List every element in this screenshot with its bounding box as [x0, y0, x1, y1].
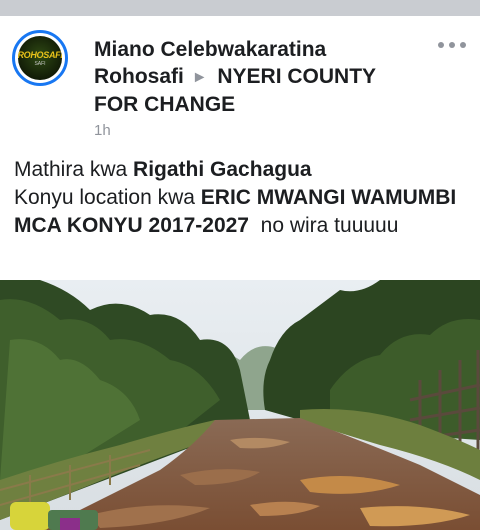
author-avatar[interactable]: ROHOSAFI SAFI: [12, 30, 68, 86]
post-photo[interactable]: [0, 280, 480, 530]
post-text-line1-bold: Rigathi Gachagua: [133, 158, 312, 181]
top-divider: [0, 0, 480, 16]
post-text-line2-suffix: no wira tuuuuu: [248, 214, 399, 237]
post-timestamp[interactable]: 1h: [94, 122, 111, 139]
post-header: Miano Celebwakaratina Rohosafi ► NYERI C…: [94, 36, 414, 118]
avatar-logo: ROHOSAFI SAFI: [18, 36, 62, 80]
more-options-icon[interactable]: [438, 42, 470, 54]
caret-right-icon: ►: [191, 69, 208, 86]
post-body: Mathira kwa Rigathi Gachagua Konyu locat…: [14, 156, 470, 240]
muddy-road-photo: [0, 280, 480, 530]
avatar-logo-subtext: SAFI: [34, 60, 46, 67]
avatar-logo-text: ROHOSAFI: [18, 49, 62, 60]
post-text-line1-prefix: Mathira kwa: [14, 158, 134, 181]
post-text-line2-prefix: Konyu location kwa: [14, 186, 201, 209]
feed-post: ROHOSAFI SAFI Miano Celebwakaratina Roho…: [0, 16, 480, 530]
